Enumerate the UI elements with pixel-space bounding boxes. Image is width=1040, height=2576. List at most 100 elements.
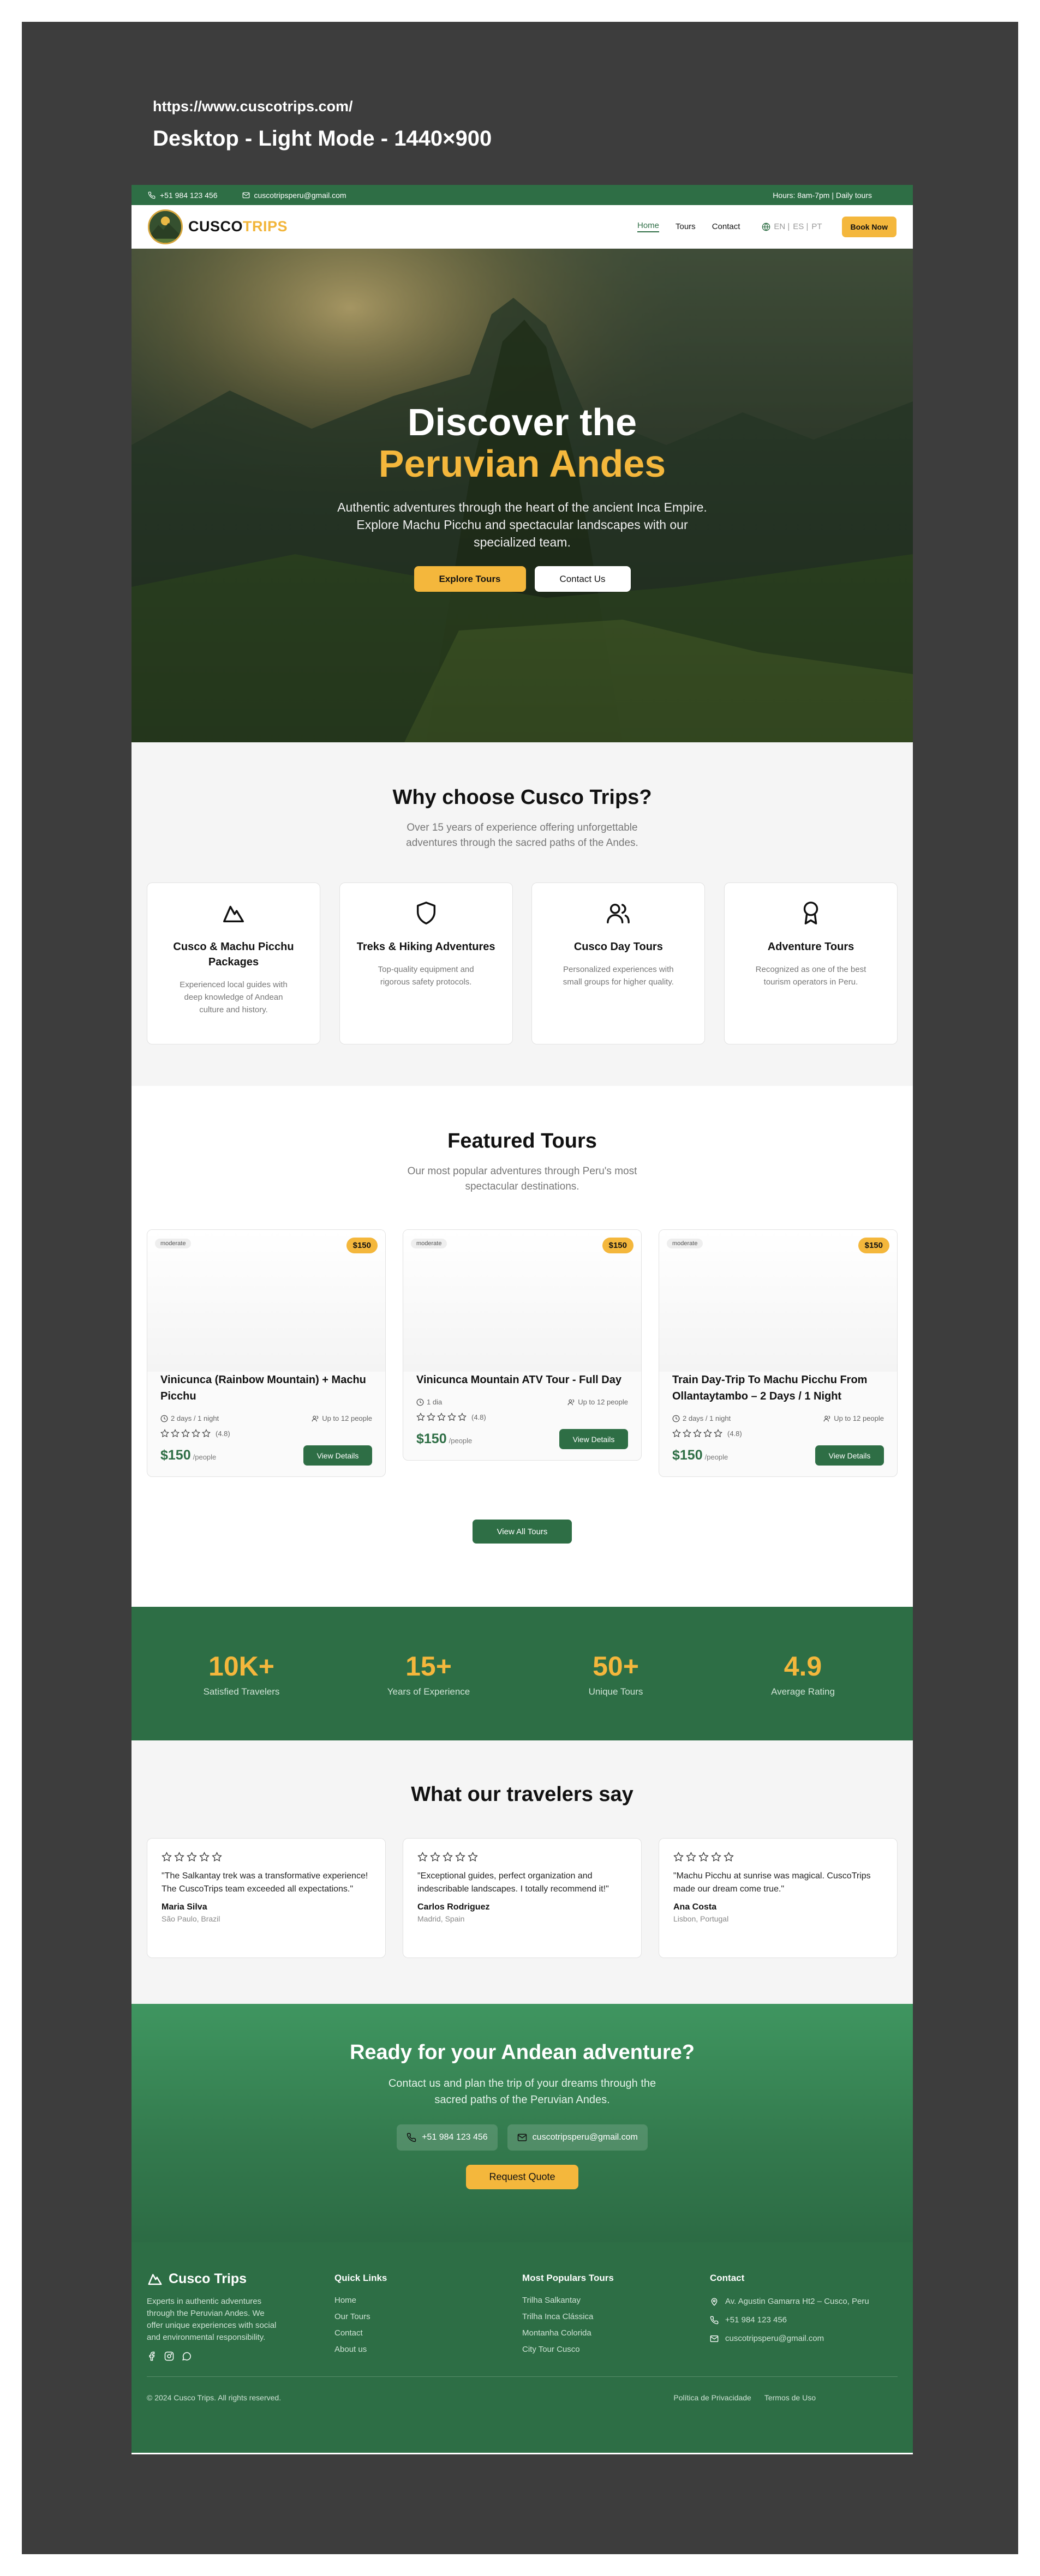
footer-address: Av. Agustin Gamarra Ht2 – Cusco, Peru: [710, 2296, 898, 2308]
star-icon: [468, 1852, 478, 1862]
star-icon: [693, 1429, 702, 1438]
footer-email-text: cuscotripsperu@gmail.com: [725, 2334, 824, 2343]
nav-link-tours[interactable]: Tours: [676, 222, 696, 231]
footer-contact-title: Contact: [710, 2273, 745, 2283]
instagram-icon[interactable]: [164, 2351, 174, 2361]
star-rating: [417, 1852, 627, 1862]
testimonial-quote: "Machu Picchu at sunrise was magical. Cu…: [673, 1871, 871, 1894]
star-icon: [437, 1413, 446, 1421]
lang-en[interactable]: EN |: [774, 222, 790, 231]
footer-quick-links: Quick Links Home Our Tours Contact About…: [334, 2271, 522, 2361]
explore-tours-button[interactable]: Explore Tours: [414, 566, 526, 592]
contact-us-button[interactable]: Contact Us: [534, 566, 631, 592]
price-badge: $150: [602, 1238, 633, 1253]
mail-icon: [710, 2335, 719, 2342]
testimonial-location: São Paulo, Brazil: [162, 1914, 220, 1923]
whatsapp-icon[interactable]: [182, 2351, 192, 2361]
request-quote-button[interactable]: Request Quote: [466, 2165, 578, 2189]
book-now-button[interactable]: Book Now: [841, 216, 896, 237]
tour-price-value: $150: [416, 1431, 447, 1446]
star-icon: [683, 1429, 691, 1438]
logo[interactable]: CUSCOTRIPS: [148, 209, 288, 244]
cta-email[interactable]: cuscotripsperu@gmail.com: [507, 2124, 648, 2151]
rating-value: (4.8): [471, 1413, 486, 1421]
view-details-button[interactable]: View Details: [559, 1429, 628, 1449]
tour-group-size: Up to 12 people: [578, 1398, 628, 1406]
footer-phone[interactable]: +51 984 123 456: [710, 2314, 898, 2326]
testimonial-quote: "The Salkantay trek was a transformative…: [162, 1871, 368, 1894]
nav-link-home[interactable]: Home: [637, 221, 659, 232]
footer-link-about-us[interactable]: About us: [334, 2345, 522, 2354]
footer-tour-link[interactable]: City Tour Cusco: [522, 2345, 710, 2354]
star-icon: [202, 1429, 211, 1438]
footer-tour-link[interactable]: Trilha Salkantay: [522, 2296, 710, 2305]
footer-link-our-tours[interactable]: Our Tours: [334, 2312, 522, 2321]
testimonial-location: Madrid, Spain: [417, 1914, 465, 1923]
terms-link[interactable]: Termos de Uso: [764, 2393, 816, 2402]
why-card: Treks & Hiking Adventures Top-quality eq…: [339, 882, 513, 1044]
stat-item: 10K+ Satisfied Travelers: [160, 1650, 324, 1697]
why-subtitle: Over 15 years of experience offering unf…: [406, 822, 638, 849]
view-details-button[interactable]: View Details: [815, 1445, 884, 1466]
cta-phone[interactable]: +51 984 123 456: [397, 2124, 498, 2151]
star-icon: [417, 1852, 428, 1862]
facebook-icon[interactable]: [147, 2351, 157, 2361]
tour-price: $150/people: [416, 1431, 472, 1447]
website: +51 984 123 456 cuscotripsperu@gmail.com…: [132, 185, 913, 2454]
footer-brand[interactable]: Cusco Trips: [147, 2271, 334, 2287]
tour-card[interactable]: moderate $150 Train Day-Trip To Machu Pi…: [659, 1229, 898, 1477]
why-section: Why choose Cusco Trips? Over 15 years of…: [132, 742, 913, 1086]
footer: Cusco Trips Experts in authentic adventu…: [132, 2242, 913, 2453]
footer-link-home[interactable]: Home: [334, 2296, 522, 2305]
viewport-caption: Desktop - Light Mode - 1440×900: [153, 127, 492, 151]
mountain-logo-icon: [150, 211, 181, 243]
privacy-link[interactable]: Política de Privacidade: [673, 2393, 751, 2402]
cta-section: Ready for your Andean adventure? Contact…: [132, 2004, 913, 2242]
star-icon: [430, 1852, 440, 1862]
tour-card[interactable]: moderate $150 Vinicunca (Rainbow Mountai…: [147, 1229, 386, 1477]
cta-email-text: cuscotripsperu@gmail.com: [532, 2133, 638, 2142]
star-icon: [416, 1413, 425, 1421]
topbar-email[interactable]: cuscotripsperu@gmail.com: [242, 191, 346, 200]
lang-pt[interactable]: PT: [811, 222, 822, 231]
tour-footer: $150/people View Details: [416, 1429, 628, 1449]
star-rating: [672, 1429, 724, 1438]
featured-subtitle: Our most popular adventures through Peru…: [407, 1166, 637, 1192]
tour-title: Vinicunca (Rainbow Mountain) + Machu Pic…: [160, 1374, 366, 1402]
star-icon: [171, 1429, 180, 1438]
cta-contacts: +51 984 123 456 cuscotripsperu@gmail.com: [132, 2124, 913, 2151]
hero-buttons: Explore Tours Contact Us: [132, 566, 913, 592]
view-all-tours-button[interactable]: View All Tours: [473, 1520, 572, 1544]
hero-section: Discover the Peruvian Andes Authentic ad…: [132, 249, 913, 742]
star-icon: [199, 1852, 210, 1862]
star-icon: [447, 1413, 456, 1421]
globe-icon: [762, 223, 770, 231]
why-card-text: Top-quality equipment and rigorous safet…: [378, 965, 474, 987]
stat-item: 15+ Years of Experience: [347, 1650, 511, 1697]
mail-icon: [242, 192, 249, 198]
stat-value: 50+: [593, 1650, 639, 1682]
star-icon: [427, 1413, 435, 1421]
price-badge: $150: [858, 1238, 889, 1253]
footer-email[interactable]: cuscotripsperu@gmail.com: [710, 2333, 898, 2345]
mountain-icon: [223, 905, 244, 923]
view-details-button[interactable]: View Details: [303, 1445, 372, 1466]
featured-title: Featured Tours: [447, 1130, 597, 1152]
tour-card[interactable]: moderate $150 Vinicunca Mountain ATV Tou…: [403, 1229, 642, 1461]
featured-tours-section: Featured Tours Our most popular adventur…: [132, 1086, 913, 1607]
footer-phone-text: +51 984 123 456: [725, 2315, 787, 2325]
topbar-phone[interactable]: +51 984 123 456: [148, 191, 218, 200]
footer-tour-link[interactable]: Trilha Inca Clássica: [522, 2312, 710, 2321]
testimonial-quote: "Exceptional guides, perfect organizatio…: [417, 1871, 609, 1894]
nav-link-contact[interactable]: Contact: [712, 222, 740, 231]
phone-icon: [710, 2316, 719, 2325]
star-icon: [724, 1852, 734, 1862]
lang-es[interactable]: ES |: [793, 222, 808, 231]
award-icon: [803, 902, 818, 924]
star-icon: [162, 1852, 172, 1862]
difficulty-tag: moderate: [411, 1239, 447, 1248]
footer-link-contact[interactable]: Contact: [334, 2328, 522, 2338]
users-icon: [567, 1399, 575, 1405]
footer-tour-link[interactable]: Montanha Colorida: [522, 2328, 710, 2338]
tour-duration: 2 days / 1 night: [171, 1414, 219, 1422]
